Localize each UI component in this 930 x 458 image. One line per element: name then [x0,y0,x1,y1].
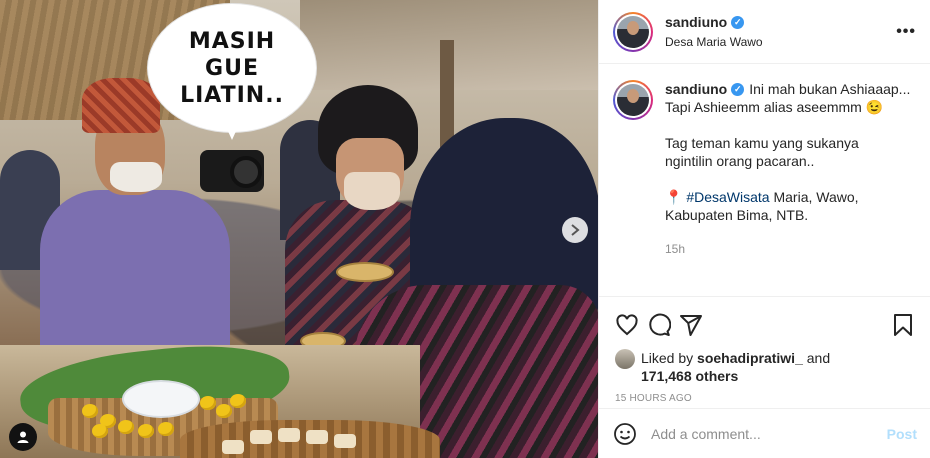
comment-input[interactable] [651,425,887,442]
post-side-panel: sandiuno ✓ Desa Maria Wawo ••• sandiuno … [598,0,930,458]
white-snack [222,440,244,454]
camera-lens [230,156,262,188]
yellow-snack [82,404,98,418]
profile-photo [617,15,649,48]
songkok-hat [82,78,160,133]
caption: sandiuno ✓ Ini mah bukan Ashiaaap... Tap… [599,64,930,296]
chevron-right-icon[interactable] [562,217,588,243]
yellow-snack [138,424,154,438]
caption-text-line: Tag teman kamu yang sukanya [665,135,859,151]
more-options-icon[interactable]: ••• [896,23,916,41]
caption-text-line: ngintilin orang pacaran.. [665,153,815,169]
face-mask [110,162,162,192]
yellow-snack [92,424,108,438]
white-snack [278,428,300,442]
liker-avatar[interactable] [615,349,635,369]
white-snack [306,430,328,444]
caption-text-line: Ini mah bukan Ashiaaap... [749,81,911,97]
avatar[interactable] [613,11,653,52]
yellow-snack [230,394,246,408]
liker-username[interactable]: soehadipratiwi_ [697,350,803,366]
verified-badge-icon: ✓ [731,82,745,96]
instagram-post: MASIH GUE LIATIN.. sandiuno ✓ Desa Maria [0,0,930,458]
pin-icon: 📍 [665,189,683,205]
bookmark-icon[interactable] [883,305,923,345]
location-link[interactable]: Desa Maria Wawo [665,35,896,49]
likes-count-link[interactable]: 171,468 others [641,368,738,384]
yellow-snack [118,420,134,434]
speech-bubble-tail [222,118,242,140]
yellow-snack [216,404,232,418]
user-tag-icon[interactable] [9,423,37,451]
caption-text-line: Kabupaten Bima, NTB. [665,207,809,223]
verified-badge-icon: ✓ [731,15,745,29]
white-snack [250,430,272,444]
post-actions: Liked by soehadipratiwi_ and 171,468 oth… [599,296,930,404]
yellow-snack [200,396,216,410]
white-bowl [122,380,200,418]
profile-photo [617,84,649,116]
speech-bubble: MASIH GUE LIATIN.. [148,4,316,132]
post-header: sandiuno ✓ Desa Maria Wawo ••• [599,0,930,64]
face-mask [344,172,400,210]
share-icon[interactable] [671,305,711,345]
caption-text-line: Tapi Ashieemm alias aseemmm 😉 [665,99,884,115]
header-username[interactable]: sandiuno ✓ [665,14,745,30]
caption-timestamp[interactable]: 15h [665,240,910,258]
post-timestamp[interactable]: 15 HOURS AGO [615,393,915,404]
white-snack [334,434,356,448]
small-plate [336,262,394,282]
comment-bar: Post [599,408,930,458]
smiley-icon[interactable] [613,422,637,446]
yellow-snack [158,422,174,436]
likes-summary: Liked by soehadipratiwi_ and 171,468 oth… [615,349,915,385]
caption-body: sandiuno ✓ Ini mah bukan Ashiaaap... Tap… [665,80,910,296]
man-purple-shirt [40,190,230,370]
avatar[interactable] [613,80,653,120]
post-photo[interactable]: MASIH GUE LIATIN.. [0,0,598,458]
speech-bubble-text: MASIH GUE LIATIN.. [180,28,284,108]
post-comment-button[interactable]: Post [887,426,917,442]
caption-username[interactable]: sandiuno ✓ [665,80,745,98]
caption-text-line: Maria, Wawo, [769,189,859,205]
hashtag-link[interactable]: #DesaWisata [686,189,769,205]
